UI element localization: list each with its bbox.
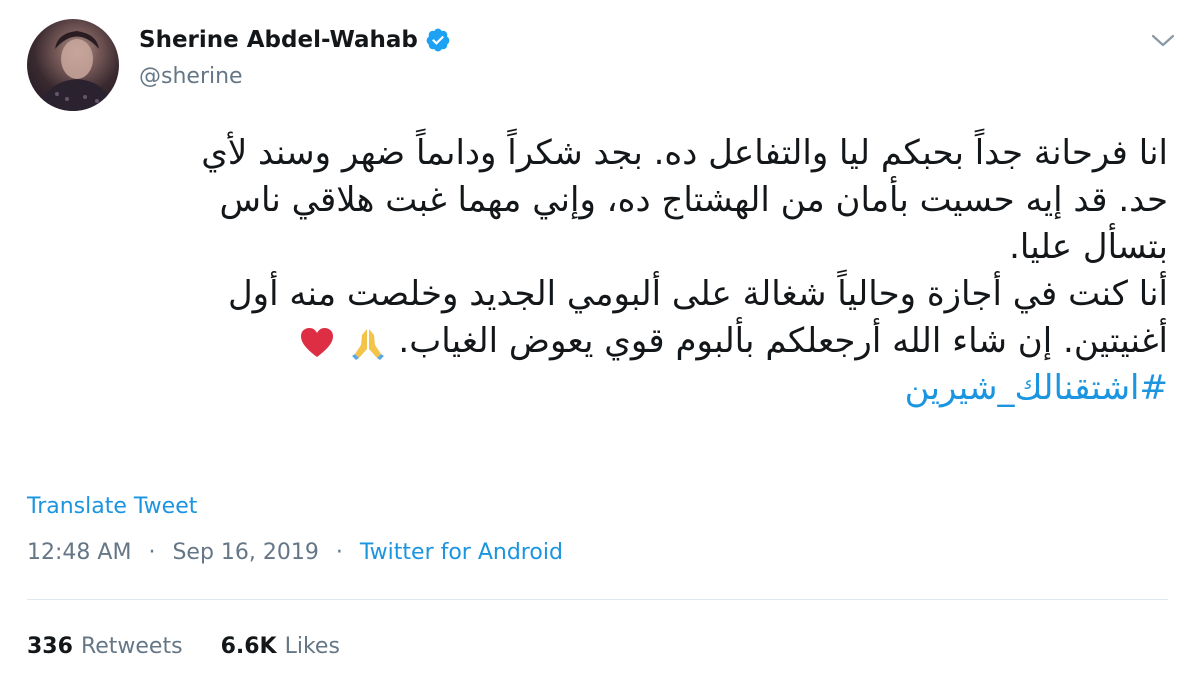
tweet-text-line: انا فرحانة جداً بحبكم ليا والتفاعل ده. ب…	[201, 133, 1168, 173]
likes-stat[interactable]: 6.6K Likes	[221, 634, 340, 659]
divider	[27, 599, 1168, 600]
avatar[interactable]	[27, 19, 119, 111]
author-name-text: Sherine Abdel-Wahab	[139, 27, 418, 53]
likes-label: Likes	[284, 634, 340, 659]
tweet-card: Sherine Abdel-Wahab @sherine انا فرحانة …	[0, 0, 1200, 689]
tweet-text-line: أنا كنت في أجازة وحالياً شغالة على ألبوم…	[227, 274, 1168, 314]
retweets-stat[interactable]: 336 Retweets	[27, 634, 183, 659]
avatar-image	[37, 31, 115, 111]
tweet-text-line-with-emoji: أغنيتين. إن شاء الله أرجعلكم بألبوم قوي …	[18, 318, 1168, 365]
tweet-time[interactable]: 12:48 AM	[27, 540, 131, 565]
chevron-down-icon[interactable]	[1148, 28, 1178, 52]
red-heart-icon	[300, 327, 333, 357]
tweet-text-line: بتسأل عليا.	[1009, 227, 1168, 267]
tweet-text-segment: أغنيتين. إن شاء الله أرجعلكم بألبوم قوي …	[398, 321, 1168, 361]
likes-count: 6.6K	[220, 634, 277, 659]
tweet-source-link[interactable]: Twitter for Android	[360, 540, 563, 565]
verified-badge-icon	[426, 28, 450, 52]
meta-separator: ·	[335, 540, 343, 565]
hashtag-link[interactable]: #اشتقنالك_شيرين	[18, 365, 1168, 412]
retweets-label: Retweets	[80, 634, 183, 659]
author-handle[interactable]: @sherine	[139, 64, 243, 89]
tweet-text: انا فرحانة جداً بحبكم ليا والتفاعل ده. ب…	[18, 130, 1168, 412]
translate-tweet-link[interactable]: Translate Tweet	[27, 494, 197, 519]
tweet-date[interactable]: Sep 16, 2019	[172, 540, 318, 565]
tweet-stats: 336 Retweets 6.6K Likes	[27, 634, 340, 659]
retweets-count: 336	[27, 634, 73, 659]
folded-hands-icon	[351, 328, 384, 360]
tweet-metadata: 12:48 AM · Sep 16, 2019 · Twitter for An…	[27, 540, 563, 565]
meta-separator: ·	[148, 540, 156, 565]
tweet-text-line: حد. قد إيه حسيت بأمان من الهشتاج ده، وإن…	[219, 180, 1168, 220]
author-name[interactable]: Sherine Abdel-Wahab	[139, 27, 451, 53]
